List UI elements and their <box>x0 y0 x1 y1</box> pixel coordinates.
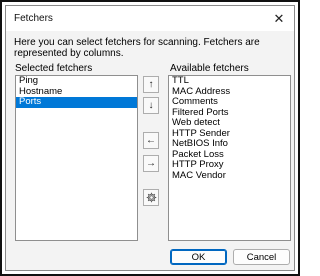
description-text: Here you can select fetchers for scannin… <box>14 37 260 59</box>
fetchers-dialog: Fetchers ✕ Here you can select fetchers … <box>5 5 295 271</box>
screenshot-frame: Fetchers ✕ Here you can select fetchers … <box>0 0 300 276</box>
move-up-button[interactable]: ↑ <box>143 76 159 93</box>
list-item[interactable]: Comments <box>169 96 290 108</box>
fetcher-settings-button[interactable] <box>143 189 159 206</box>
title-bar: Fetchers ✕ <box>6 6 294 31</box>
available-fetchers-list[interactable]: TTL MAC Address Comments Filtered Ports … <box>168 75 291 241</box>
selected-fetchers-list[interactable]: Ping Hostname Ports <box>15 75 138 241</box>
list-item-selected[interactable]: Ports <box>16 96 137 108</box>
move-down-button[interactable]: ↓ <box>143 97 159 114</box>
ok-button[interactable]: OK <box>170 249 227 265</box>
list-item[interactable]: Ping <box>16 75 137 87</box>
list-item[interactable]: MAC Vendor <box>169 170 290 182</box>
window-title: Fetchers <box>14 13 53 24</box>
arrow-left-icon: ← <box>146 135 156 146</box>
gear-icon <box>146 192 156 203</box>
remove-fetcher-button[interactable]: → <box>143 155 159 172</box>
cancel-button[interactable]: Cancel <box>233 249 290 265</box>
list-item[interactable]: Web detect <box>169 117 290 129</box>
list-item[interactable]: TTL <box>169 75 290 87</box>
list-item[interactable]: HTTP Proxy <box>169 159 290 171</box>
close-icon[interactable]: ✕ <box>264 6 294 31</box>
list-item[interactable]: NetBIOS Info <box>169 138 290 150</box>
arrow-down-icon: ↓ <box>148 100 154 111</box>
available-fetchers-label: Available fetchers <box>170 63 249 74</box>
arrow-up-icon: ↑ <box>148 79 154 90</box>
selected-fetchers-label: Selected fetchers <box>15 63 93 74</box>
arrow-right-icon: → <box>146 158 156 169</box>
add-fetcher-button[interactable]: ← <box>143 132 159 149</box>
